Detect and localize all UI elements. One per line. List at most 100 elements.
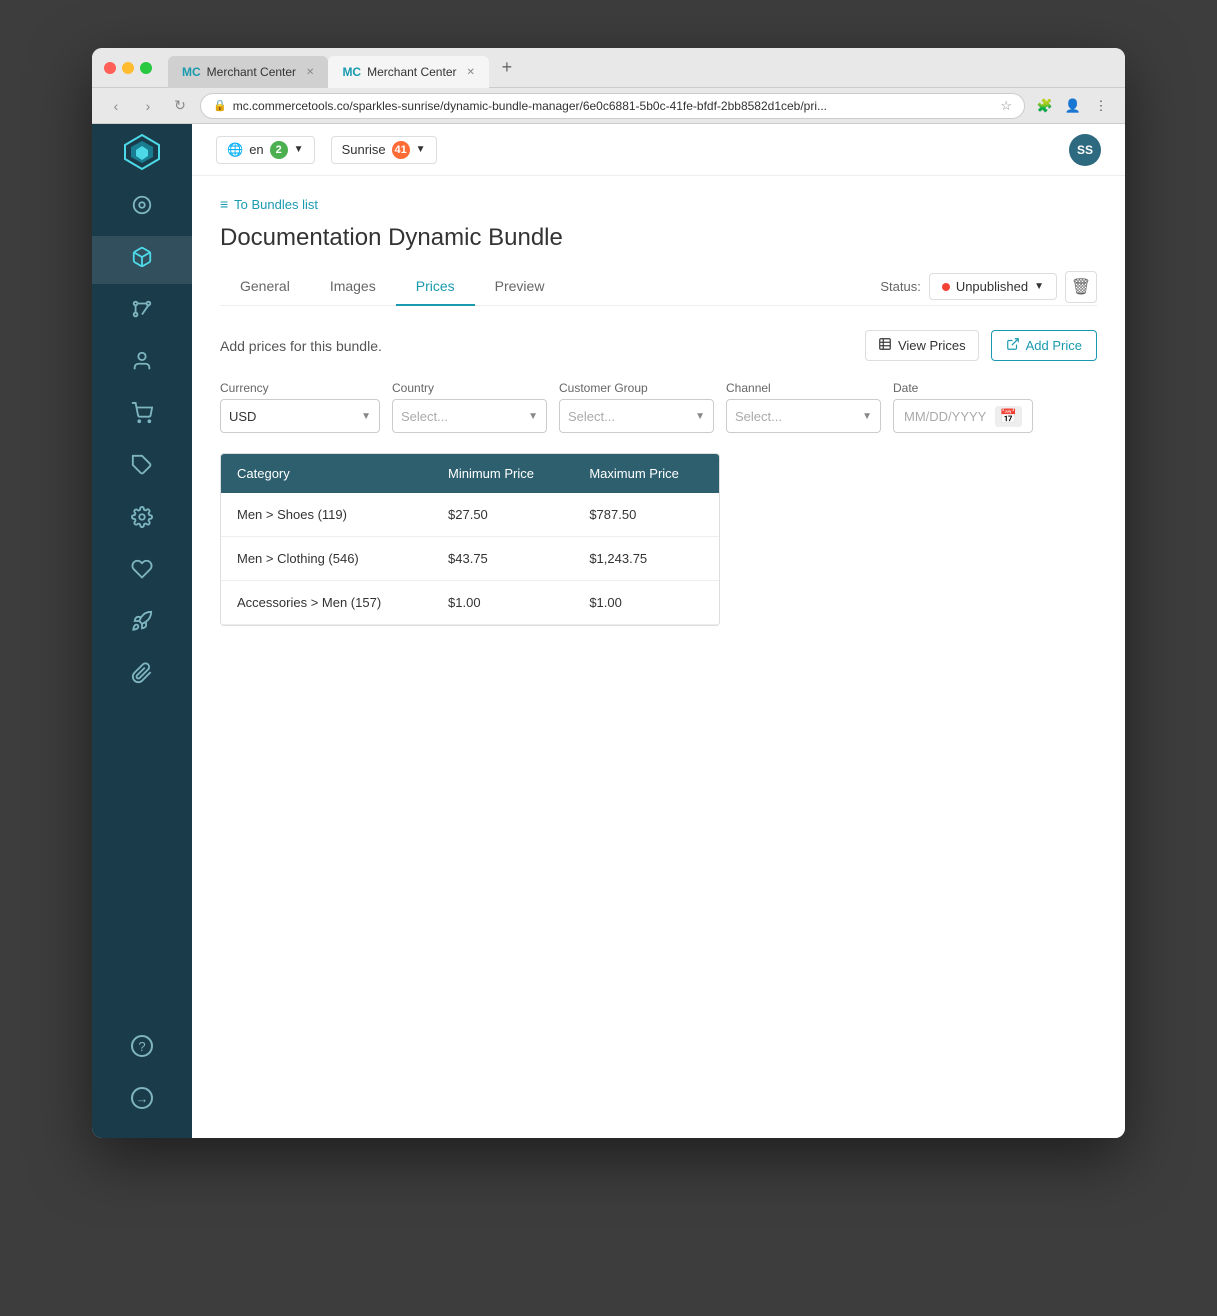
table-header: Category Minimum Price Maximum Price bbox=[221, 454, 719, 493]
country-label: Country bbox=[392, 381, 547, 395]
cube-icon bbox=[131, 246, 153, 274]
list-icon: ≡ bbox=[220, 196, 228, 212]
table-row[interactable]: Men > Shoes (119) $27.50 $787.50 bbox=[221, 493, 719, 537]
sidebar-item-home[interactable] bbox=[92, 184, 192, 232]
date-filter-group: Date MM/DD/YYYY 📅 bbox=[893, 381, 1033, 433]
browser-actions: 🧩 👤 ⋮ bbox=[1033, 94, 1113, 118]
currency-filter-group: Currency USD ▼ bbox=[220, 381, 380, 433]
heart-icon bbox=[131, 558, 153, 586]
table-cell-max-price: $1.00 bbox=[573, 581, 719, 625]
app-logo[interactable] bbox=[122, 132, 162, 172]
store-selector[interactable]: Sunrise 41 ▼ bbox=[331, 136, 437, 164]
add-price-label: Add Price bbox=[1026, 338, 1082, 353]
tab-1-close[interactable]: ✕ bbox=[306, 67, 314, 78]
table-row[interactable]: Accessories > Men (157) $1.00 $1.00 bbox=[221, 581, 719, 625]
minimize-button[interactable] bbox=[122, 62, 134, 74]
bookmark-icon[interactable]: ☆ bbox=[1000, 98, 1012, 114]
prices-header: Add prices for this bundle. View Prices bbox=[220, 330, 1097, 361]
language-value: en bbox=[249, 142, 263, 157]
top-bar-controls: 🌐 en 2 ▼ Sunrise 41 ▼ bbox=[216, 136, 437, 164]
tab-2-label: Merchant Center bbox=[367, 65, 456, 79]
tab-2[interactable]: MC Merchant Center ✕ bbox=[328, 56, 488, 88]
language-selector[interactable]: 🌐 en 2 ▼ bbox=[216, 136, 315, 164]
page-content: ≡ To Bundles list Documentation Dynamic … bbox=[192, 176, 1125, 646]
channel-placeholder: Select... bbox=[735, 409, 858, 424]
tab-1[interactable]: MC Merchant Center ✕ bbox=[168, 56, 328, 88]
table-header-min-price: Minimum Price bbox=[432, 454, 573, 493]
sidebar-item-products[interactable] bbox=[92, 236, 192, 284]
cart-icon bbox=[131, 402, 153, 430]
new-tab-button[interactable]: + bbox=[493, 54, 521, 82]
sidebar-item-settings[interactable] bbox=[92, 496, 192, 544]
address-bar: ‹ › ↻ 🔒 mc.commercetools.co/sparkles-sun… bbox=[92, 88, 1125, 124]
lang-chevron-down-icon: ▼ bbox=[294, 144, 304, 155]
status-button[interactable]: Unpublished ▼ bbox=[929, 273, 1057, 300]
add-price-button[interactable]: Add Price bbox=[991, 330, 1097, 361]
clip-icon bbox=[131, 662, 153, 690]
maximize-button[interactable] bbox=[140, 62, 152, 74]
back-button[interactable]: ‹ bbox=[104, 94, 128, 118]
delete-button[interactable]: 🗑 bbox=[1065, 271, 1097, 303]
tab-preview[interactable]: Preview bbox=[475, 268, 565, 306]
traffic-lights bbox=[104, 62, 152, 74]
refresh-button[interactable]: ↻ bbox=[168, 94, 192, 118]
user-avatar[interactable]: SS bbox=[1069, 134, 1101, 166]
settings-icon bbox=[131, 506, 153, 534]
forward-button[interactable]: › bbox=[136, 94, 160, 118]
sidebar-nav bbox=[92, 184, 192, 1022]
customer-group-label: Customer Group bbox=[559, 381, 714, 395]
currency-value: USD bbox=[229, 409, 357, 424]
prices-description: Add prices for this bundle. bbox=[220, 338, 382, 354]
help-icon: ? bbox=[131, 1035, 153, 1057]
tab-images[interactable]: Images bbox=[310, 268, 396, 306]
tab-prices[interactable]: Prices bbox=[396, 268, 475, 306]
globe-icon: 🌐 bbox=[227, 142, 243, 158]
currency-select[interactable]: USD ▼ bbox=[220, 399, 380, 433]
customer-group-placeholder: Select... bbox=[568, 409, 691, 424]
close-button[interactable] bbox=[104, 62, 116, 74]
arrow-right-icon: → bbox=[131, 1087, 153, 1109]
sidebar-item-discounts[interactable] bbox=[92, 444, 192, 492]
sidebar-item-next[interactable]: → bbox=[131, 1074, 153, 1122]
menu-icon[interactable]: ⋮ bbox=[1089, 94, 1113, 118]
table-cell-category: Men > Shoes (119) bbox=[221, 493, 432, 537]
sidebar: ? → bbox=[92, 124, 192, 1138]
channel-filter-group: Channel Select... ▼ bbox=[726, 381, 881, 433]
sidebar-item-favorites[interactable] bbox=[92, 548, 192, 596]
date-label: Date bbox=[893, 381, 1033, 395]
date-input[interactable]: MM/DD/YYYY 📅 bbox=[893, 399, 1033, 433]
sidebar-item-orders[interactable] bbox=[92, 392, 192, 440]
channel-select[interactable]: Select... ▼ bbox=[726, 399, 881, 433]
prices-actions: View Prices Add Price bbox=[865, 330, 1097, 361]
breadcrumb[interactable]: ≡ To Bundles list bbox=[220, 196, 1097, 212]
person-icon bbox=[131, 350, 153, 378]
sidebar-item-clip[interactable] bbox=[92, 652, 192, 700]
url-bar[interactable]: 🔒 mc.commercetools.co/sparkles-sunrise/d… bbox=[200, 93, 1025, 119]
country-select[interactable]: Select... ▼ bbox=[392, 399, 547, 433]
sidebar-item-help[interactable]: ? bbox=[131, 1022, 153, 1070]
calendar-icon: 📅 bbox=[995, 406, 1022, 427]
sidebar-item-rocket[interactable] bbox=[92, 600, 192, 648]
status-area: Status: Unpublished ▼ 🗑 bbox=[880, 271, 1097, 303]
table-row[interactable]: Men > Clothing (546) $43.75 $1,243.75 bbox=[221, 537, 719, 581]
profile-icon[interactable]: 👤 bbox=[1061, 94, 1085, 118]
trash-icon: 🗑 bbox=[1071, 277, 1091, 297]
home-icon bbox=[131, 194, 153, 222]
table-cell-min-price: $43.75 bbox=[432, 537, 573, 581]
lock-icon: 🔒 bbox=[213, 99, 227, 112]
table-cell-category: Accessories > Men (157) bbox=[221, 581, 432, 625]
view-prices-button[interactable]: View Prices bbox=[865, 330, 979, 361]
tab-general[interactable]: General bbox=[220, 268, 310, 306]
table-body: Men > Shoes (119) $27.50 $787.50 Men > C… bbox=[221, 493, 719, 625]
customer-group-select[interactable]: Select... ▼ bbox=[559, 399, 714, 433]
breadcrumb-label: To Bundles list bbox=[234, 197, 318, 212]
extensions-icon[interactable]: 🧩 bbox=[1033, 94, 1057, 118]
status-label: Status: bbox=[880, 279, 920, 294]
flow-icon bbox=[131, 298, 153, 326]
tab-2-close[interactable]: ✕ bbox=[466, 67, 474, 78]
price-table-wrapper: Category Minimum Price Maximum Price Men… bbox=[220, 453, 720, 626]
sidebar-item-customers[interactable] bbox=[92, 340, 192, 388]
sidebar-item-flow[interactable] bbox=[92, 288, 192, 336]
table-cell-min-price: $27.50 bbox=[432, 493, 573, 537]
external-link-icon bbox=[1006, 337, 1020, 354]
